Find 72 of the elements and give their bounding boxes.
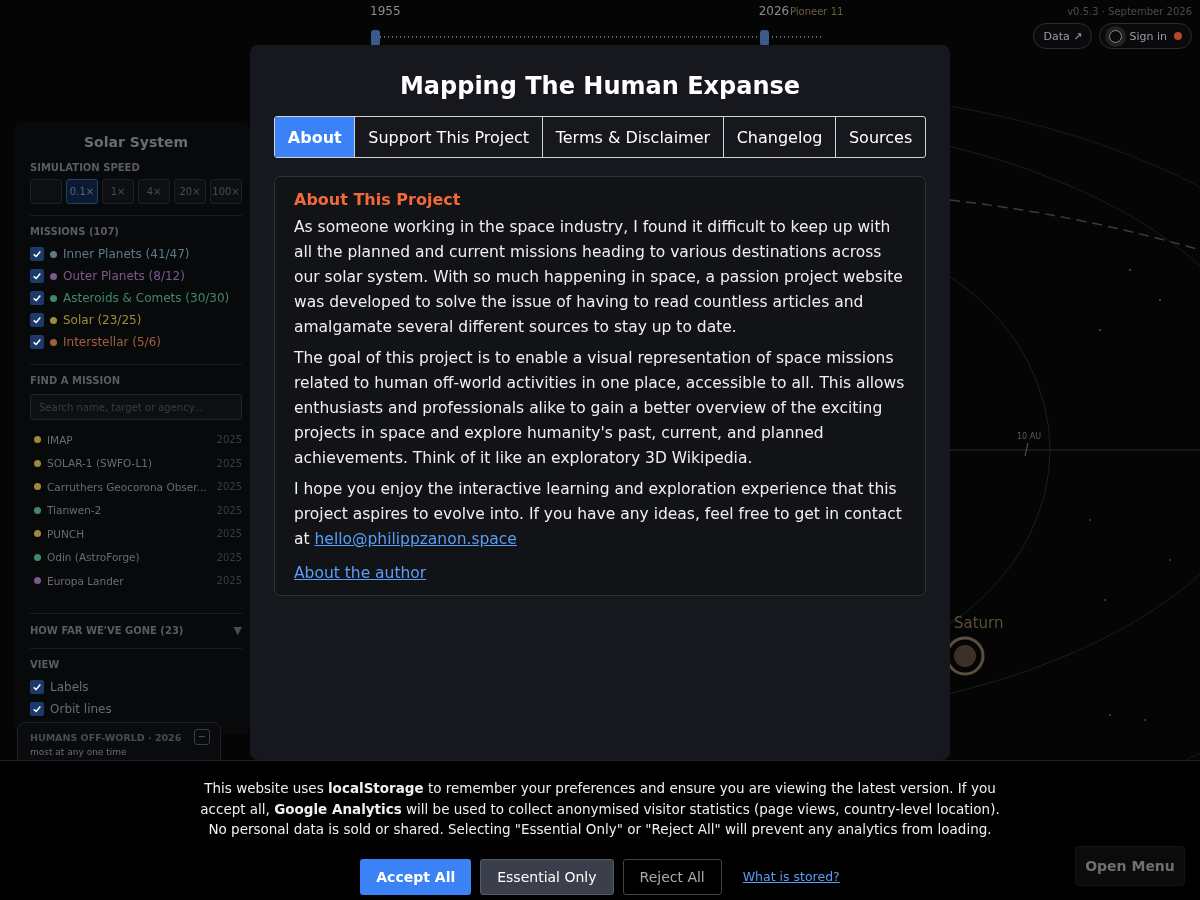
essential-button[interactable]: Essential Only	[480, 858, 614, 895]
mission-name[interactable]: SOLAR-1 (SWFO-L1)	[47, 457, 211, 470]
category-label: Asteroids & Comets (30/30)	[63, 291, 230, 305]
version-text: v0.5.3 · September 2026	[1067, 6, 1192, 17]
speed-button[interactable]: 0.1×	[66, 179, 98, 204]
year-label: 2026	[758, 4, 790, 18]
collapse-button[interactable]: −	[194, 729, 210, 745]
year-label: 1955	[370, 4, 401, 18]
scale-label: 10 AU	[1017, 432, 1042, 441]
option-label: Orbit lines	[50, 701, 112, 716]
category-label: Solar (23/25)	[63, 313, 142, 327]
data-link-button[interactable]: Data ↗	[1033, 23, 1093, 49]
check-icon	[32, 271, 42, 281]
speed-button[interactable]: 20×	[174, 179, 206, 204]
section-heading: VIEW	[30, 658, 61, 670]
category-label: Inner Planets (41/47)	[63, 247, 190, 261]
slider-handle[interactable]	[371, 30, 380, 46]
author-link[interactable]: About the author	[294, 564, 427, 582]
check-icon	[32, 315, 42, 325]
mission-name[interactable]: Carruthers Geocorona Obser...	[47, 480, 211, 493]
mission-name[interactable]: PUNCH	[47, 527, 211, 540]
checkbox[interactable]	[30, 247, 44, 261]
paragraph: I hope you enjoy the interactive learning and exploration experience that this project aspires to evolve into. If you have any ideas, feel free to get in contact at hello@philippzanon.space	[294, 479, 903, 550]
panel-subtitle: most at any one time	[30, 747, 128, 757]
checkbox[interactable]	[30, 701, 44, 716]
section-heading: MISSIONS (107)	[30, 226, 120, 237]
sign-in-button[interactable]: Sign in	[1099, 23, 1192, 49]
paragraph: As someone working in the space industry, I found it difficult to keep up with all the planned and current missions heading to various destinations across our solar system. With so much happening in space, a passion project website was developed to solve the issue of having to read countless articles and amalgamate several different sources to stay up to date.	[294, 217, 904, 338]
sidebar-title: Solar System	[82, 134, 189, 150]
panel-title: HUMANS OFF-WORLD · 2026	[30, 731, 182, 743]
status-dot-icon	[1174, 32, 1182, 40]
speed-button[interactable]: 4×	[138, 179, 170, 204]
mission-name[interactable]: IMAP	[47, 433, 211, 446]
checkbox[interactable]	[30, 291, 44, 305]
checkbox[interactable]	[30, 335, 44, 349]
reject-button[interactable]: Reject All	[622, 858, 722, 895]
speed-button[interactable]: 1×	[102, 179, 134, 204]
checkbox[interactable]	[30, 679, 44, 694]
section-heading[interactable]: HOW FAR WE'VE GONE (23)	[30, 624, 184, 636]
mission-name[interactable]: Europa Lander	[47, 574, 211, 587]
category-label: Interstellar (5/6)	[63, 335, 161, 349]
check-icon	[32, 703, 42, 714]
section-heading: SIMULATION SPEED	[30, 162, 141, 173]
tab[interactable]: Changelog	[722, 117, 836, 157]
paragraph: The goal of this project is to enable a visual representation of space missions related to human off-world activities in one place, accessible to all. This allows enthusiasts and professionals alike to gain a better overview of the exciting projects in space and explore humanity's past, current, and planned achievements. Think of it like an exploratory 3D Wikipedia.	[294, 348, 906, 469]
email-link[interactable]: hello@philippzanon.space	[314, 530, 517, 548]
accept-button[interactable]: Accept All	[360, 858, 472, 895]
tab[interactable]: Sources	[835, 117, 925, 157]
section-heading: FIND A MISSION	[30, 375, 122, 386]
speed-button[interactable]: 100×	[210, 179, 242, 204]
mission-label: Pioneer 11	[790, 6, 844, 17]
check-icon	[32, 681, 42, 692]
info-link[interactable]: What is stored?	[742, 869, 840, 884]
tab[interactable]: Terms & Disclaimer	[541, 117, 723, 157]
expand-toggle[interactable]: ▼	[233, 623, 242, 637]
option-label: Labels	[50, 679, 89, 694]
mission-name[interactable]: Odin (AstroForge)	[47, 551, 211, 564]
mission-name[interactable]: Tianwen-2	[47, 504, 211, 517]
checkbox[interactable]	[30, 313, 44, 327]
check-icon	[32, 293, 42, 303]
category-label: Outer Planets (8/12)	[63, 269, 185, 283]
planet-label: Saturn	[954, 614, 1004, 632]
slider-handle[interactable]	[759, 30, 769, 46]
checkbox[interactable]	[30, 269, 44, 283]
cookie-notice: This website uses localStorage to remember your preferences and ensure you are viewing the latest version. If you accept all, Google Analytics will be used to collect anonymised visitor statistics (page views, country-level location). No personal data is sold or shared. Selecting "Essential Only" or "Reject All" will prevent any analytics from loading.	[200, 779, 1000, 839]
tab[interactable]: Support This Project	[354, 117, 542, 157]
section-title: About This Project	[294, 190, 462, 209]
check-icon	[32, 337, 42, 347]
tab[interactable]: About	[275, 117, 355, 157]
open-menu-button[interactable]: Open Menu	[1075, 846, 1185, 886]
check-icon	[32, 249, 42, 259]
modal-title: Mapping The Human Expanse	[398, 72, 802, 100]
